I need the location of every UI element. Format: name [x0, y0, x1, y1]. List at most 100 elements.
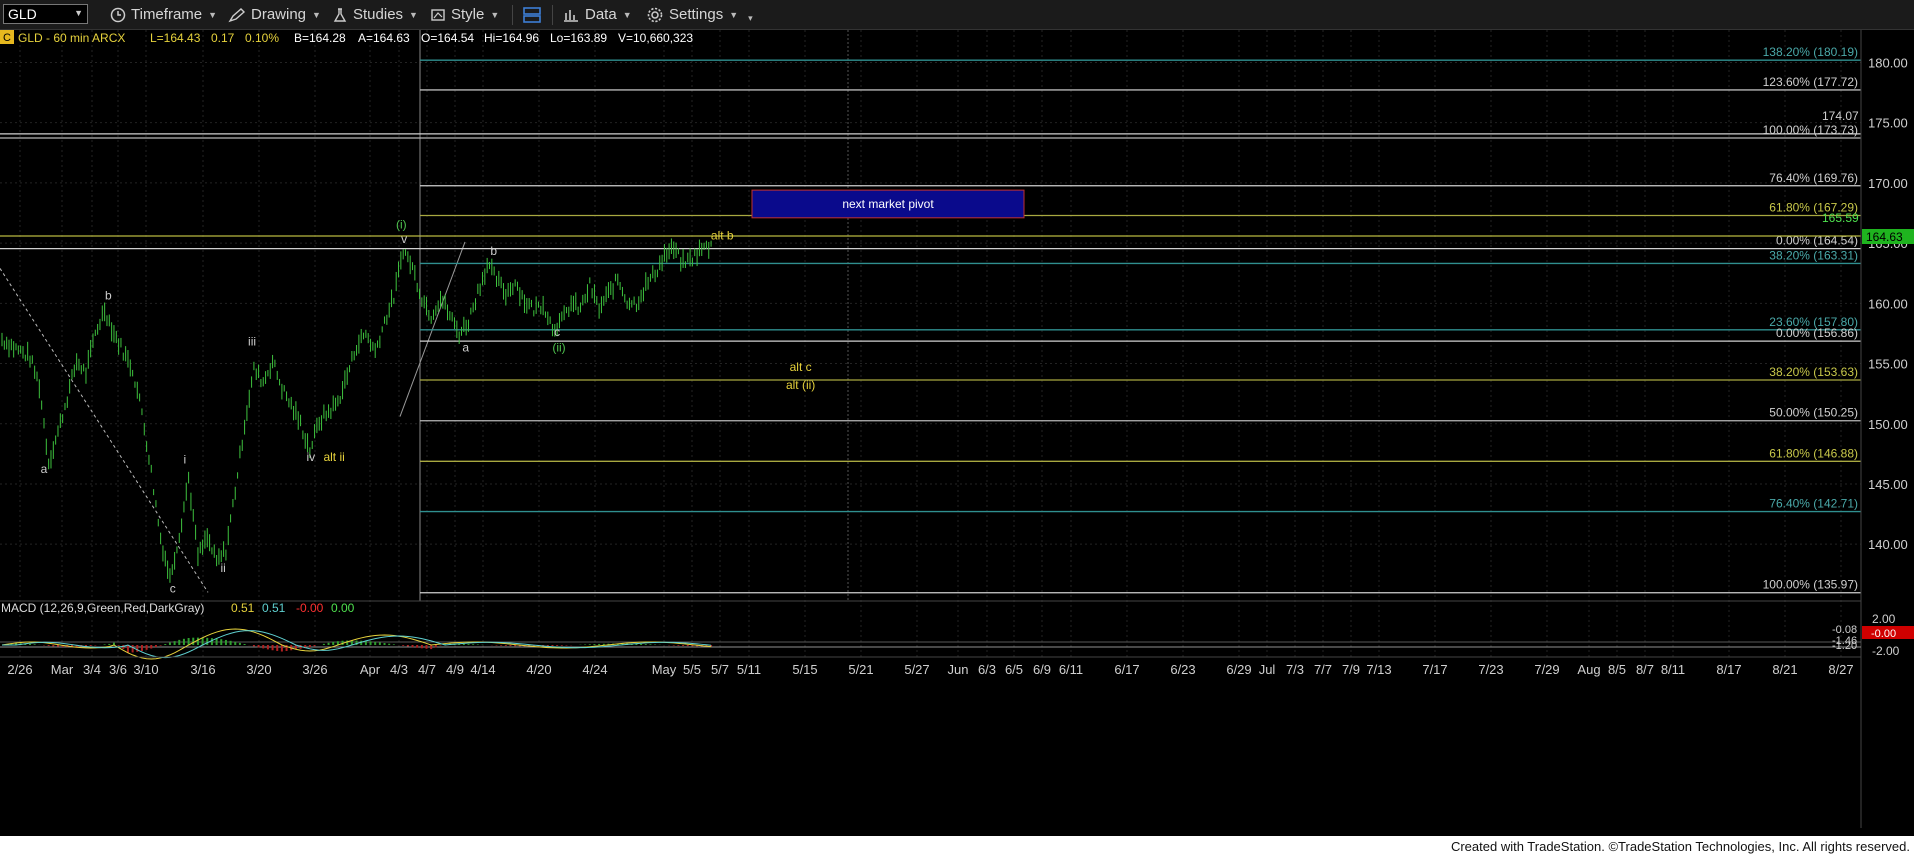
- chevron-down-icon: ▼: [729, 9, 739, 20]
- date-tick-label: 4/14: [470, 662, 495, 677]
- current-price-marker: 164.63: [1862, 229, 1914, 244]
- date-tick-label: 2/26: [7, 662, 32, 677]
- price-axis[interactable]: 180.00175.00170.00165.00160.00155.00150.…: [1860, 30, 1908, 828]
- date-tick-label: 6/3: [978, 662, 996, 677]
- wave-label: v: [401, 232, 407, 246]
- price-tick-label: 180.00: [1868, 55, 1908, 70]
- date-tick-label: Jul: [1259, 662, 1276, 677]
- date-tick-label: 3/4: [83, 662, 101, 677]
- date-tick-label: 7/7: [1314, 662, 1332, 677]
- price-marker-165-59: 165.59: [1822, 211, 1859, 225]
- date-axis[interactable]: 2/26 Mar 3/4 3/6 3/10 3/16 3/20 3/26 Apr 4/3 4/7 4/…: [0, 656, 1861, 677]
- pencil-icon: [228, 7, 246, 22]
- date-tick-label: May: [652, 662, 677, 677]
- wave-label: iv: [306, 450, 315, 464]
- chevron-down-icon: ▼: [490, 9, 500, 20]
- macd-current-label: -0.00: [1871, 628, 1896, 640]
- macd-panel[interactable]: MACD (12,26,9,Green,Red,DarkGray) 0.51 0…: [0, 600, 1914, 660]
- date-tick-label: 4/20: [526, 662, 551, 677]
- date-tick-label: 3/20: [246, 662, 271, 677]
- date-tick-label: Apr: [360, 662, 381, 677]
- date-tick-label: 4/9: [446, 662, 464, 677]
- toolbar: GLD ▼ Timeframe ▼ Drawing ▼ Studies ▼ St…: [0, 0, 1914, 30]
- chevron-down-icon: ▼: [312, 9, 321, 20]
- date-tick-label: 6/11: [1059, 662, 1083, 677]
- date-tick-label: 7/9: [1342, 662, 1360, 677]
- price-tick-label: 140.00: [1868, 537, 1908, 552]
- overflow-chevron-icon: ▾: [748, 13, 753, 23]
- fibonacci-levels: 138.20% (180.19) 123.60% (177.72) 100.00% …: [0, 45, 1861, 594]
- fib-level-label: 76.40% (169.76): [1769, 171, 1858, 185]
- date-tick-label: 8/27: [1828, 662, 1853, 677]
- wave-label: b: [105, 289, 112, 303]
- price-tick-label: 150.00: [1868, 417, 1908, 432]
- date-tick-label: 5/15: [792, 662, 817, 677]
- timeframe-label: Timeframe: [131, 6, 203, 23]
- style-label: Style: [451, 6, 485, 23]
- drawing-label: Drawing: [251, 6, 307, 23]
- info-ask: A=164.63: [358, 31, 410, 45]
- macd-title: MACD (12,26,9,Green,Red,DarkGray): [1, 601, 204, 615]
- price-tick-label: 155.00: [1868, 357, 1908, 372]
- macd-value-1: 0.51: [231, 601, 255, 615]
- info-open: O=164.54: [421, 31, 474, 45]
- price-tick-label: 170.00: [1868, 176, 1908, 191]
- info-change: 0.17: [211, 31, 235, 45]
- style-button[interactable]: Style ▼: [430, 4, 499, 25]
- studies-button[interactable]: Studies ▼: [332, 4, 418, 25]
- symbol-input[interactable]: GLD ▼: [3, 4, 88, 24]
- date-tick-label: 8/11: [1661, 662, 1685, 677]
- date-tick-label: 7/29: [1534, 662, 1559, 677]
- info-volume: V=10,660,323: [618, 31, 693, 45]
- info-symbol: GLD - 60 min ARCX: [18, 31, 125, 45]
- date-tick-label: 8/21: [1772, 662, 1797, 677]
- footer: Created with TradeStation. ©TradeStation…: [0, 836, 1914, 856]
- drawing-button[interactable]: Drawing ▼: [228, 4, 321, 25]
- macd-axis-bottom: -2.00: [1872, 644, 1900, 658]
- price-chart[interactable]: 138.20% (180.19) 123.60% (177.72) 100.00% …: [0, 30, 1914, 856]
- date-tick-label: 5/27: [904, 662, 929, 677]
- wave-label: alt c: [790, 360, 812, 374]
- date-tick-label: 5/11: [737, 662, 761, 677]
- toolbar-divider: [552, 5, 553, 25]
- price-tick-label: 175.00: [1868, 116, 1908, 131]
- layout-button[interactable]: [522, 4, 542, 25]
- fib-level-label: 138.20% (180.19): [1763, 45, 1858, 59]
- fib-level-label: 38.20% (153.63): [1769, 365, 1858, 379]
- date-tick-label: 7/3: [1286, 662, 1304, 677]
- date-tick-label: 7/17: [1422, 662, 1447, 677]
- date-tick-label: 3/6: [109, 662, 127, 677]
- macd-axis-neg-1-20: -1.20: [1832, 640, 1857, 652]
- gear-icon: [647, 7, 663, 22]
- fib-level-label: 50.00% (150.25): [1769, 406, 1858, 420]
- wave-labels: abciiiiiiiv alt ii(i)vabc(ii)alt balt cal…: [41, 218, 816, 596]
- wave-label: iii: [248, 334, 256, 348]
- info-high: Hi=164.96: [484, 31, 539, 45]
- price-tick-label: 160.00: [1868, 296, 1908, 311]
- macd-axis-top: 2.00: [1872, 612, 1896, 626]
- date-tick-label: 8/17: [1716, 662, 1741, 677]
- wave-label: (i): [396, 218, 407, 232]
- date-tick-label: 8/5: [1608, 662, 1626, 677]
- footer-text: Created with TradeStation. ©TradeStation…: [1450, 839, 1910, 854]
- date-tick-label: Aug: [1577, 662, 1600, 677]
- symbol-value: GLD: [8, 6, 37, 22]
- current-price-label: 164.63: [1866, 230, 1903, 244]
- macd-value-2: 0.51: [262, 601, 286, 615]
- bar-chart-icon: [564, 9, 578, 22]
- wave-label: b: [490, 244, 497, 258]
- info-bid: B=164.28: [294, 31, 346, 45]
- price-marker-174-07: 174.07: [1822, 109, 1859, 123]
- timeframe-button[interactable]: Timeframe ▼: [110, 4, 217, 25]
- date-tick-label: 6/5: [1005, 662, 1023, 677]
- fib-level-label: 61.80% (146.88): [1769, 446, 1858, 460]
- wave-label: alt b: [711, 228, 734, 242]
- date-tick-label: 3/26: [302, 662, 327, 677]
- chevron-down-icon: ▼: [208, 9, 218, 20]
- macd-value-4: 0.00: [331, 601, 355, 615]
- info-low: Lo=163.89: [550, 31, 607, 45]
- settings-button[interactable]: Settings ▼ ▾: [646, 4, 753, 25]
- info-change-pct: 0.10%: [245, 31, 279, 45]
- date-tick-label: 6/23: [1170, 662, 1195, 677]
- data-button[interactable]: Data ▼: [562, 4, 632, 25]
